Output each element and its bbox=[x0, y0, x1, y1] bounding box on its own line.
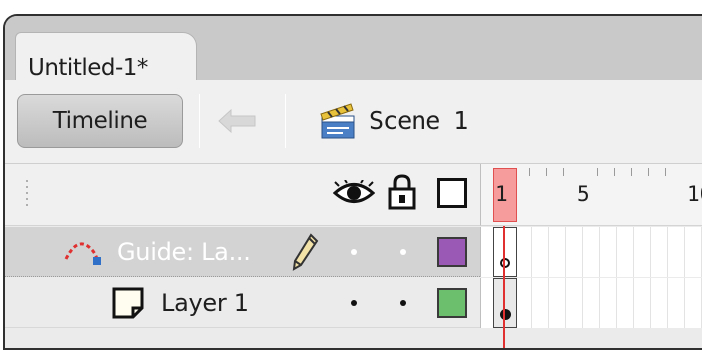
toolbar-separator bbox=[199, 94, 200, 148]
clapperboard-icon bbox=[320, 103, 355, 139]
ruler-tick bbox=[546, 168, 547, 176]
ruler-label-10: 10 bbox=[687, 182, 702, 206]
guide-layer-icon bbox=[64, 242, 101, 265]
timeline-panel: Untitled-1* Timeline Scene 1 1 5 1 Guide… bbox=[3, 14, 702, 350]
lock-dot[interactable] bbox=[400, 249, 406, 255]
document-tab-strip: Untitled-1* bbox=[5, 16, 702, 81]
back-arrow-icon[interactable] bbox=[217, 108, 257, 134]
ruler-tick bbox=[614, 168, 615, 176]
document-tab[interactable]: Untitled-1* bbox=[15, 32, 197, 81]
layer-name-guide[interactable]: Guide: La... bbox=[117, 238, 251, 266]
scene-label[interactable]: Scene 1 bbox=[369, 106, 468, 135]
outline-square-icon[interactable] bbox=[437, 178, 467, 208]
ruler-tick bbox=[563, 168, 564, 176]
empty-keyframe-icon bbox=[500, 258, 510, 268]
pencil-icon bbox=[292, 233, 319, 271]
ruler-tick bbox=[665, 168, 666, 176]
keyframe-empty[interactable] bbox=[493, 227, 517, 277]
playhead-line bbox=[503, 226, 505, 348]
visibility-dot[interactable] bbox=[351, 249, 357, 255]
timeline-button[interactable]: Timeline bbox=[17, 94, 183, 148]
layer-color-swatch[interactable] bbox=[437, 288, 467, 318]
layer-color-swatch[interactable] bbox=[437, 237, 467, 267]
layer-name-layer-1[interactable]: Layer 1 bbox=[161, 289, 249, 317]
toolbar-separator bbox=[285, 94, 286, 148]
lock-dot[interactable] bbox=[400, 300, 406, 306]
layer-row-guide[interactable]: Guide: La... bbox=[5, 227, 480, 277]
ruler-label-1: 1 bbox=[495, 182, 508, 206]
filled-keyframe-icon bbox=[500, 309, 511, 320]
timeline-toolbar: Timeline Scene 1 bbox=[5, 80, 702, 164]
layer-page-icon bbox=[112, 287, 144, 319]
frame-cells-layer-1[interactable] bbox=[480, 278, 702, 328]
frame-ruler[interactable]: 1 5 10 bbox=[480, 164, 702, 226]
keyframe-filled[interactable] bbox=[493, 278, 517, 328]
visibility-dot[interactable] bbox=[351, 300, 357, 306]
lock-icon[interactable] bbox=[387, 174, 417, 210]
ruler-tick bbox=[631, 168, 632, 176]
document-tab-label: Untitled-1* bbox=[28, 55, 148, 81]
ruler-tick bbox=[529, 168, 530, 176]
ruler-label-5: 5 bbox=[577, 182, 590, 206]
eye-icon[interactable] bbox=[333, 180, 375, 206]
frame-cells-guide[interactable] bbox=[480, 227, 702, 277]
grip-icon[interactable] bbox=[25, 178, 31, 206]
ruler-tick bbox=[648, 168, 649, 176]
ruler-tick bbox=[597, 168, 598, 176]
layer-header bbox=[5, 164, 480, 226]
layer-row-layer-1[interactable]: Layer 1 bbox=[5, 278, 480, 328]
